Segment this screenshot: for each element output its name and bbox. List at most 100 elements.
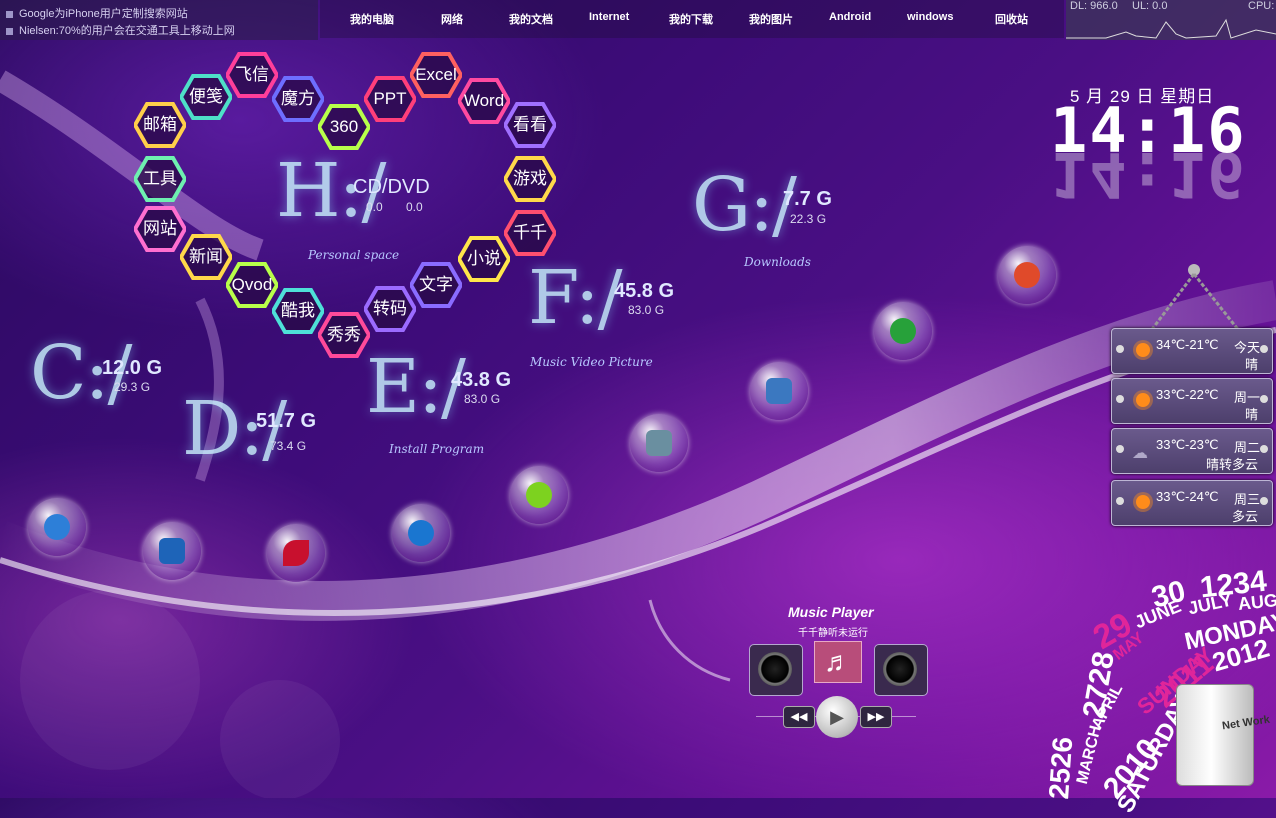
- drive-g-letter[interactable]: G:/: [692, 162, 797, 248]
- weather-card[interactable]: 34℃-21℃ 今天晴: [1111, 328, 1273, 374]
- left-speaker-button[interactable]: [749, 644, 803, 696]
- hex-app-button[interactable]: 小说: [458, 236, 510, 282]
- hex-app-label: 文字: [419, 275, 453, 294]
- sun-icon: [1136, 495, 1150, 509]
- pplive-app-icon[interactable]: [28, 498, 86, 556]
- upload-rate: UL: 0.0: [1132, 0, 1168, 12]
- hex-app-label: 360: [329, 117, 359, 136]
- drive-f-used: 45.8 G: [614, 280, 675, 302]
- hex-app-button[interactable]: Excel: [410, 52, 462, 98]
- drive-g-used: 7.7 G: [783, 188, 832, 210]
- hex-app-button[interactable]: 秀秀: [318, 312, 370, 358]
- hex-app-button[interactable]: 酷我: [272, 288, 324, 334]
- hex-app-label: 酷我: [281, 301, 315, 320]
- right-speaker-button[interactable]: [874, 644, 928, 696]
- previous-button[interactable]: ◀◀: [783, 706, 815, 728]
- menu-network[interactable]: 网络: [441, 11, 463, 27]
- weather-condition: 晴转多云: [1205, 457, 1258, 472]
- menu-my-computer[interactable]: 我的电脑: [350, 11, 394, 27]
- drive-d-used: 51.7 G: [256, 410, 317, 432]
- hex-app-button[interactable]: 新闻: [180, 234, 232, 280]
- hex-app-button[interactable]: 工具: [134, 156, 186, 202]
- tools-app-icon[interactable]: [750, 362, 808, 420]
- drive-h-used: 0.0: [366, 200, 383, 214]
- sun-icon: [1136, 343, 1150, 357]
- hex-app-label: 小说: [467, 249, 501, 268]
- news-item[interactable]: Nielsen:70%的用户会在交通工具上移动上网: [6, 22, 235, 38]
- drive-e-used: 43.8 G: [451, 369, 512, 391]
- hex-app-button[interactable]: 千千: [504, 210, 556, 256]
- speaker-icon: [758, 652, 792, 686]
- drive-e-caption: Install Program: [389, 442, 485, 456]
- menu-internet[interactable]: Internet: [589, 11, 629, 23]
- cloud-icon: ☁: [1132, 445, 1148, 462]
- sun-icon: [1136, 393, 1150, 407]
- news-item[interactable]: Google为iPhone用户定制搜索网站: [6, 5, 188, 21]
- hex-app-label: 千千: [513, 223, 547, 242]
- weather-temp: 33℃-22℃: [1156, 387, 1219, 402]
- menu-recycle-bin[interactable]: 回收站: [995, 11, 1028, 27]
- news-ticker: Google为iPhone用户定制搜索网站 Nielsen:70%的用户会在交通…: [0, 0, 318, 40]
- hex-app-button[interactable]: 360: [318, 104, 370, 150]
- hex-app-label: 便笺: [189, 87, 223, 106]
- drive-e-letter[interactable]: E:/: [366, 344, 466, 430]
- hex-app-button[interactable]: 看看: [504, 102, 556, 148]
- hex-app-button[interactable]: 魔方: [272, 76, 324, 122]
- drive-f-letter[interactable]: F:/: [528, 255, 623, 341]
- weather-condition: 晴: [1244, 357, 1258, 372]
- weather-temp: 33℃-24℃: [1156, 489, 1219, 504]
- play-button[interactable]: ▶: [816, 696, 858, 738]
- drive-c-used: 12.0 G: [102, 357, 163, 379]
- hex-app-label: 邮箱: [143, 115, 177, 134]
- media-app-icon[interactable]: [392, 504, 450, 562]
- bullet-icon: [6, 27, 13, 35]
- weather-card[interactable]: ☁ 33℃-23℃ 周二 晴转多云: [1111, 428, 1273, 474]
- music-player-title: Music Player: [788, 604, 874, 620]
- weather-card[interactable]: 33℃-22℃ 周一晴: [1111, 378, 1273, 424]
- weather-card[interactable]: 33℃-24℃ 周三 多云: [1111, 480, 1273, 526]
- menu-my-downloads[interactable]: 我的下载: [669, 11, 713, 27]
- weather-condition: 多云: [1231, 509, 1258, 524]
- qq-app-icon[interactable]: [998, 246, 1056, 304]
- hex-app-button[interactable]: 文字: [410, 262, 462, 308]
- drive-e-total: 83.0 G: [464, 392, 501, 406]
- network-fridge-icon[interactable]: [1176, 684, 1254, 786]
- nail-icon: [1260, 345, 1268, 353]
- nail-icon: [1260, 445, 1268, 453]
- hex-app-button[interactable]: Qvod: [226, 262, 278, 308]
- drive-g-caption: Downloads: [744, 255, 811, 269]
- ie-app-icon[interactable]: [874, 302, 932, 360]
- hex-app-button[interactable]: 便笺: [180, 74, 232, 120]
- speaker-icon: [883, 652, 917, 686]
- music-note-button[interactable]: ♬: [814, 641, 862, 683]
- music-app-icon[interactable]: [510, 466, 568, 524]
- calendar-word: JULY: [1186, 589, 1234, 619]
- drive-g-total: 22.3 G: [790, 212, 827, 226]
- hex-app-label: 飞信: [235, 65, 269, 84]
- hex-app-button[interactable]: Word: [458, 78, 510, 124]
- hex-app-label: 魔方: [281, 89, 315, 108]
- hex-app-button[interactable]: 游戏: [504, 156, 556, 202]
- nail-icon: [1116, 497, 1124, 505]
- photoshop-app-icon[interactable]: [143, 522, 201, 580]
- menu-android[interactable]: Android: [829, 11, 871, 23]
- music-player-status: 千千静听未运行: [798, 628, 868, 639]
- weather-temp: 34℃-21℃: [1156, 337, 1219, 352]
- next-button[interactable]: ▶▶: [860, 706, 892, 728]
- menu-my-pictures[interactable]: 我的图片: [749, 11, 793, 27]
- menu-windows[interactable]: windows: [907, 11, 953, 23]
- weather-condition: 晴: [1244, 407, 1258, 422]
- hex-app-button[interactable]: 飞信: [226, 52, 278, 98]
- hex-app-label: 网站: [143, 219, 177, 238]
- browser-app-icon[interactable]: [267, 524, 325, 582]
- network-monitor: DL: 966.0 UL: 0.0 CPU:: [1066, 0, 1276, 40]
- hex-app-button[interactable]: 邮箱: [134, 102, 186, 148]
- hex-app-label: Excel: [415, 65, 457, 84]
- menu-my-documents[interactable]: 我的文档: [509, 11, 553, 27]
- hex-app-button[interactable]: PPT: [364, 76, 416, 122]
- clock-reflection: 14:16: [1050, 138, 1247, 211]
- hex-app-button[interactable]: 网站: [134, 206, 186, 252]
- hex-app-label: Word: [463, 91, 505, 110]
- hex-app-button[interactable]: 转码: [364, 286, 416, 332]
- file-app-icon[interactable]: [630, 414, 688, 472]
